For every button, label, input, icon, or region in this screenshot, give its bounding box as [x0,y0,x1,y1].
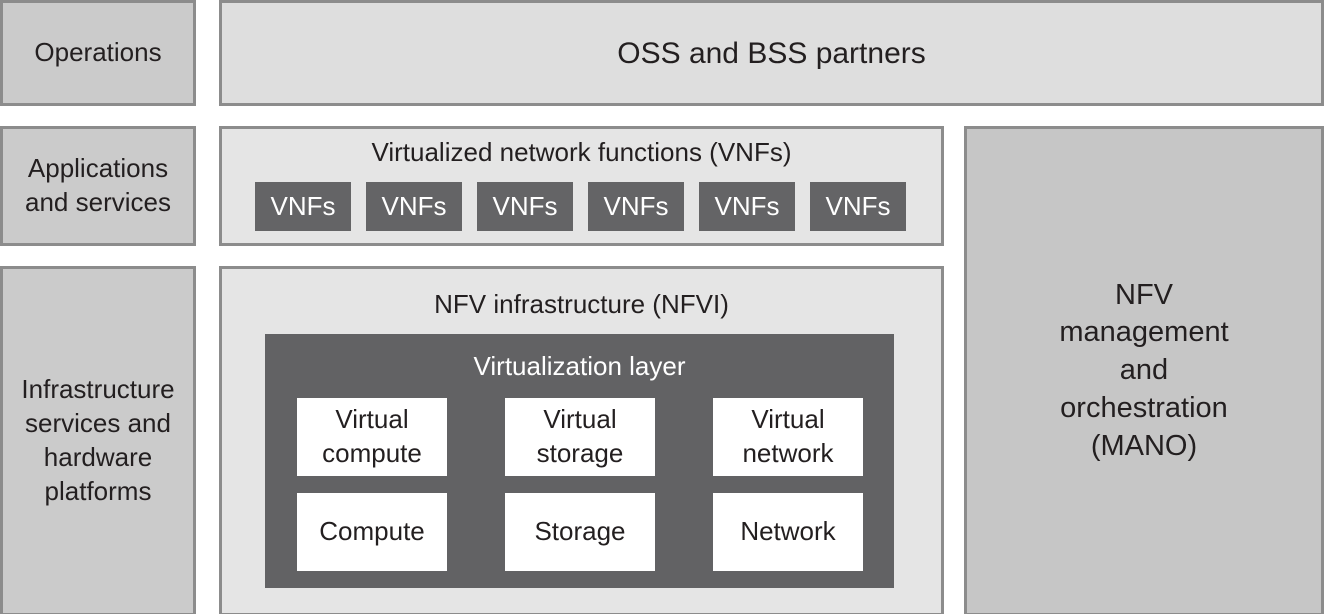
virtualization-layer: Virtualization layer Virtual compute Vir… [265,334,894,588]
virtual-storage-box: Virtual storage [505,398,655,476]
oss-bss-label: OSS and BSS partners [617,36,926,70]
compute-box: Compute [297,493,447,571]
oss-bss-box: OSS and BSS partners [219,0,1324,106]
vnf-chip: VNFs [477,182,573,231]
infrastructure-label: Infrastructure services and hardware pla… [21,374,175,506]
virtual-network-box: Virtual network [713,398,863,476]
mano-label: NFV management and orchestration (MANO) [1059,278,1229,462]
virtualization-layer-title: Virtualization layer [473,351,686,381]
infrastructure-layer: Infrastructure services and hardware pla… [0,266,196,614]
nfvi-title: NFV infrastructure (NFVI) [434,289,729,319]
applications-layer: Applications and services [0,126,196,246]
vnf-chip: VNFs [255,182,351,231]
vnf-chip: VNFs [366,182,462,231]
vnf-title: Virtualized network functions (VNFs) [371,137,792,167]
operations-layer: Operations [0,0,196,106]
storage-box: Storage [505,493,655,571]
operations-label: Operations [34,37,162,68]
vnf-chip: VNFs [588,182,684,231]
network-box: Network [713,493,863,571]
virtual-compute-box: Virtual compute [297,398,447,476]
vnf-chip: VNFs [810,182,906,231]
mano-box: NFV management and orchestration (MANO) [964,126,1324,614]
vnf-chip: VNFs [699,182,795,231]
applications-label: Applications and services [25,153,171,217]
nfv-architecture-diagram: Operations OSS and BSS partners Applicat… [0,0,1324,614]
